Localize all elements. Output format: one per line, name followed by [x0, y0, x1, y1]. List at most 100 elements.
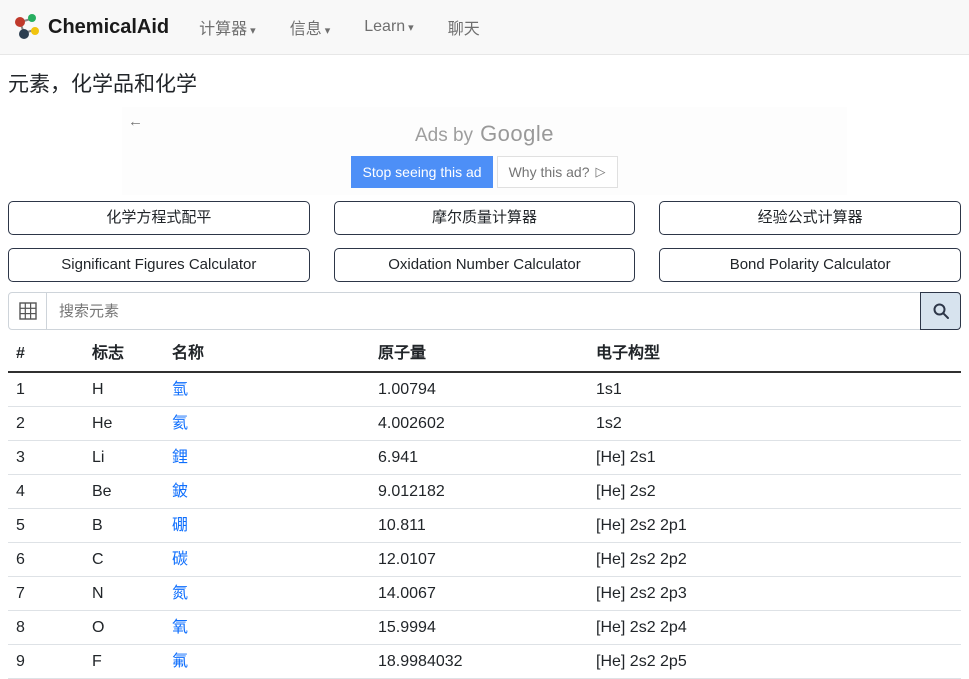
cell-atomic-mass: 4.002602 [370, 407, 588, 441]
stop-seeing-ad-button[interactable]: Stop seeing this ad [351, 156, 492, 188]
nav-item-learn[interactable]: Learn▾ [364, 18, 413, 36]
element-link[interactable]: 氫 [172, 381, 188, 398]
cell-number: 3 [8, 441, 84, 475]
cell-symbol: C [84, 543, 164, 577]
brand-name: ChemicalAid [48, 16, 169, 39]
cell-electron-config: 1s1 [588, 372, 961, 407]
cell-name: 鈹 [164, 475, 370, 509]
cell-symbol: F [84, 645, 164, 679]
table-row: 4 Be 鈹 9.012182 [He] 2s2 [8, 475, 961, 509]
element-search-bar [8, 292, 961, 330]
cell-name: 碳 [164, 543, 370, 577]
table-row: 6 C 碳 12.0107 [He] 2s2 2p2 [8, 543, 961, 577]
google-wordmark: Google [480, 121, 554, 146]
nav-item-label: Learn [364, 18, 405, 35]
table-row: 5 B 硼 10.811 [He] 2s2 2p1 [8, 509, 961, 543]
element-link[interactable]: 氟 [172, 653, 188, 670]
element-link[interactable]: 鋰 [172, 449, 188, 466]
caret-down-icon: ▾ [250, 25, 256, 37]
cell-name: 鋰 [164, 441, 370, 475]
col-header-electron-config: 电子构型 [588, 336, 961, 372]
nav-item-label: 信息 [290, 21, 322, 38]
nav-item-label: 计算器 [199, 21, 247, 38]
cell-number: 6 [8, 543, 84, 577]
why-this-ad-button[interactable]: Why this ad? ▷ [497, 156, 618, 188]
cell-electron-config: [He] 2s2 2p1 [588, 509, 961, 543]
cell-atomic-mass: 12.0107 [370, 543, 588, 577]
cell-number: 1 [8, 372, 84, 407]
cell-electron-config: [He] 2s2 [588, 475, 961, 509]
cell-number: 7 [8, 577, 84, 611]
cell-atomic-mass: 6.941 [370, 441, 588, 475]
ads-by-google-label: Ads byGoogle [122, 107, 847, 147]
nav-item-chat[interactable]: 聊天 [448, 15, 480, 39]
element-link[interactable]: 氦 [172, 415, 188, 432]
main-nav: 计算器▾ 信息▾ Learn▾ 聊天 [199, 15, 480, 39]
page-title: 元素，化学品和化学 [0, 55, 969, 107]
cell-name: 氦 [164, 407, 370, 441]
search-button[interactable] [920, 292, 961, 330]
table-row: 9 F 氟 18.9984032 [He] 2s2 2p5 [8, 645, 961, 679]
element-link[interactable]: 碳 [172, 551, 188, 568]
cell-symbol: Li [84, 441, 164, 475]
element-link[interactable]: 硼 [172, 517, 188, 534]
table-row: 7 N 氮 14.0067 [He] 2s2 2p3 [8, 577, 961, 611]
ad-back-arrow-icon[interactable]: ← [128, 113, 143, 130]
cell-atomic-mass: 15.9994 [370, 611, 588, 645]
cell-electron-config: 1s2 [588, 407, 961, 441]
cell-number: 4 [8, 475, 84, 509]
google-ad: ← Ads byGoogle Stop seeing this ad Why t… [122, 107, 847, 195]
molar-mass-calculator-button[interactable]: 摩尔质量计算器 [334, 201, 636, 235]
col-header-atomic-mass: 原子量 [370, 336, 588, 372]
table-row: 3 Li 鋰 6.941 [He] 2s1 [8, 441, 961, 475]
nav-item-label: 聊天 [448, 21, 480, 38]
cell-number: 9 [8, 645, 84, 679]
grid-icon [19, 302, 37, 320]
element-link[interactable]: 氧 [172, 619, 188, 636]
cell-atomic-mass: 1.00794 [370, 372, 588, 407]
calculator-buttons: 化学方程式配平 摩尔质量计算器 经验公式计算器 Significant Figu… [8, 201, 961, 282]
cell-name: 氟 [164, 645, 370, 679]
table-row: 8 O 氧 15.9994 [He] 2s2 2p4 [8, 611, 961, 645]
periodic-table-view-button[interactable] [8, 292, 47, 330]
oxidation-number-calculator-button[interactable]: Oxidation Number Calculator [334, 248, 636, 282]
cell-number: 5 [8, 509, 84, 543]
table-row: 1 H 氫 1.00794 1s1 [8, 372, 961, 407]
element-link[interactable]: 氮 [172, 585, 188, 602]
cell-symbol: O [84, 611, 164, 645]
cell-atomic-mass: 9.012182 [370, 475, 588, 509]
cell-electron-config: [He] 2s1 [588, 441, 961, 475]
col-header-name: 名称 [164, 336, 370, 372]
cell-electron-config: [He] 2s2 2p2 [588, 543, 961, 577]
cell-symbol: B [84, 509, 164, 543]
element-link[interactable]: 鈹 [172, 483, 188, 500]
cell-atomic-mass: 18.9984032 [370, 645, 588, 679]
top-navbar: ChemicalAid 计算器▾ 信息▾ Learn▾ 聊天 [0, 0, 969, 55]
ad-controls: Stop seeing this ad Why this ad? ▷ [122, 156, 847, 188]
cell-symbol: N [84, 577, 164, 611]
cell-name: 氫 [164, 372, 370, 407]
search-input[interactable] [47, 292, 920, 330]
empirical-formula-calculator-button[interactable]: 经验公式计算器 [659, 201, 961, 235]
brand-logo-link[interactable]: ChemicalAid [12, 13, 169, 41]
cell-electron-config: [He] 2s2 2p3 [588, 577, 961, 611]
col-header-number: # [8, 336, 84, 372]
nav-item-calculators[interactable]: 计算器▾ [199, 15, 256, 39]
search-icon [932, 302, 950, 320]
cell-symbol: H [84, 372, 164, 407]
cell-symbol: Be [84, 475, 164, 509]
table-row: 2 He 氦 4.002602 1s2 [8, 407, 961, 441]
elements-table: # 标志 名称 原子量 电子构型 1 H 氫 1.00794 1s1 2 He … [8, 336, 961, 679]
caret-down-icon: ▾ [408, 22, 414, 34]
caret-down-icon: ▾ [325, 25, 331, 37]
molecule-logo-icon [12, 13, 40, 41]
cell-name: 硼 [164, 509, 370, 543]
equation-balancer-button[interactable]: 化学方程式配平 [8, 201, 310, 235]
bond-polarity-calculator-button[interactable]: Bond Polarity Calculator [659, 248, 961, 282]
cell-number: 8 [8, 611, 84, 645]
adchoices-icon: ▷ [596, 164, 606, 180]
significant-figures-calculator-button[interactable]: Significant Figures Calculator [8, 248, 310, 282]
cell-electron-config: [He] 2s2 2p5 [588, 645, 961, 679]
nav-item-info[interactable]: 信息▾ [290, 15, 331, 39]
why-this-ad-label: Why this ad? [509, 164, 590, 180]
